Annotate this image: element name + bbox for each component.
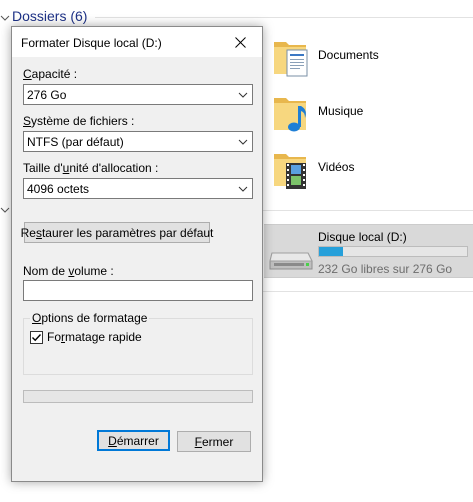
folder-name: Musique — [318, 104, 364, 118]
quick-format-label: Formatage rapide — [47, 330, 142, 344]
folder-item-music[interactable]: Musique — [272, 90, 473, 140]
group-header-folders[interactable]: Dossiers (6) — [12, 6, 473, 26]
checkbox-box[interactable] — [30, 330, 43, 344]
capacity-select[interactable]: 276 Go — [23, 84, 253, 105]
group-header-divider — [95, 16, 473, 18]
chevron-down-icon[interactable] — [0, 205, 10, 215]
format-dialog: Formater Disque local (D:) Capacité : 27… — [11, 26, 263, 482]
group-header-label: Dossiers (6) — [12, 8, 88, 24]
allocation-label: Taille d'unité d'allocation : — [23, 161, 159, 175]
chevron-down-icon[interactable] — [0, 13, 10, 23]
restore-defaults-button[interactable]: Re s taurer les paramètres par défaut — [21, 222, 213, 243]
group-divider — [262, 291, 473, 292]
quick-format-checkbox[interactable]: Formatage rapide — [30, 329, 142, 345]
drive-name: Disque local (D:) — [318, 230, 407, 244]
capacity-label: Capacité : — [23, 67, 78, 81]
drive-usage-fill — [319, 247, 343, 256]
drive-free-space: 232 Go libres sur 276 Go — [318, 262, 453, 276]
music-folder-icon — [274, 98, 306, 132]
folder-name: Documents — [318, 48, 379, 62]
checkmark-icon — [32, 333, 42, 341]
dialog-titlebar[interactable]: Formater Disque local (D:) — [12, 27, 262, 57]
videos-folder-icon — [274, 154, 306, 189]
volume-name-label: Nom de volume : — [23, 264, 114, 278]
folder-item-videos[interactable]: Vidéos — [272, 146, 473, 196]
dialog-title: Formater Disque local (D:) — [21, 36, 162, 50]
close-icon — [234, 36, 246, 48]
filesystem-value: NTFS (par défaut) — [27, 135, 124, 149]
filesystem-select[interactable]: NTFS (par défaut) — [23, 131, 253, 152]
hard-drive-icon — [269, 252, 313, 270]
drive-item-local-d[interactable]: Disque local (D:) 232 Go libres sur 276 … — [264, 224, 473, 278]
allocation-value: 4096 octets — [27, 182, 90, 196]
documents-folder-icon — [274, 42, 308, 77]
drive-usage-bar — [318, 246, 468, 257]
format-progress-bar — [23, 390, 253, 403]
folder-item-documents[interactable]: Documents — [272, 34, 473, 84]
volume-name-input[interactable] — [23, 280, 253, 301]
chevron-down-icon — [238, 92, 248, 98]
allocation-select[interactable]: 4096 octets — [23, 178, 253, 199]
capacity-value: 276 Go — [27, 88, 67, 102]
close-dialog-button[interactable]: Fermer — [177, 431, 251, 452]
filesystem-label: Système de fichiers : — [23, 114, 135, 128]
group-divider — [262, 210, 473, 211]
chevron-down-icon — [238, 139, 248, 145]
folder-name: Vidéos — [318, 160, 355, 174]
start-button[interactable]: Démarrer — [97, 430, 170, 451]
format-options-title: Options de formatage — [30, 311, 150, 325]
close-button[interactable] — [218, 27, 262, 57]
format-options-group — [23, 318, 253, 375]
chevron-down-icon — [238, 186, 248, 192]
